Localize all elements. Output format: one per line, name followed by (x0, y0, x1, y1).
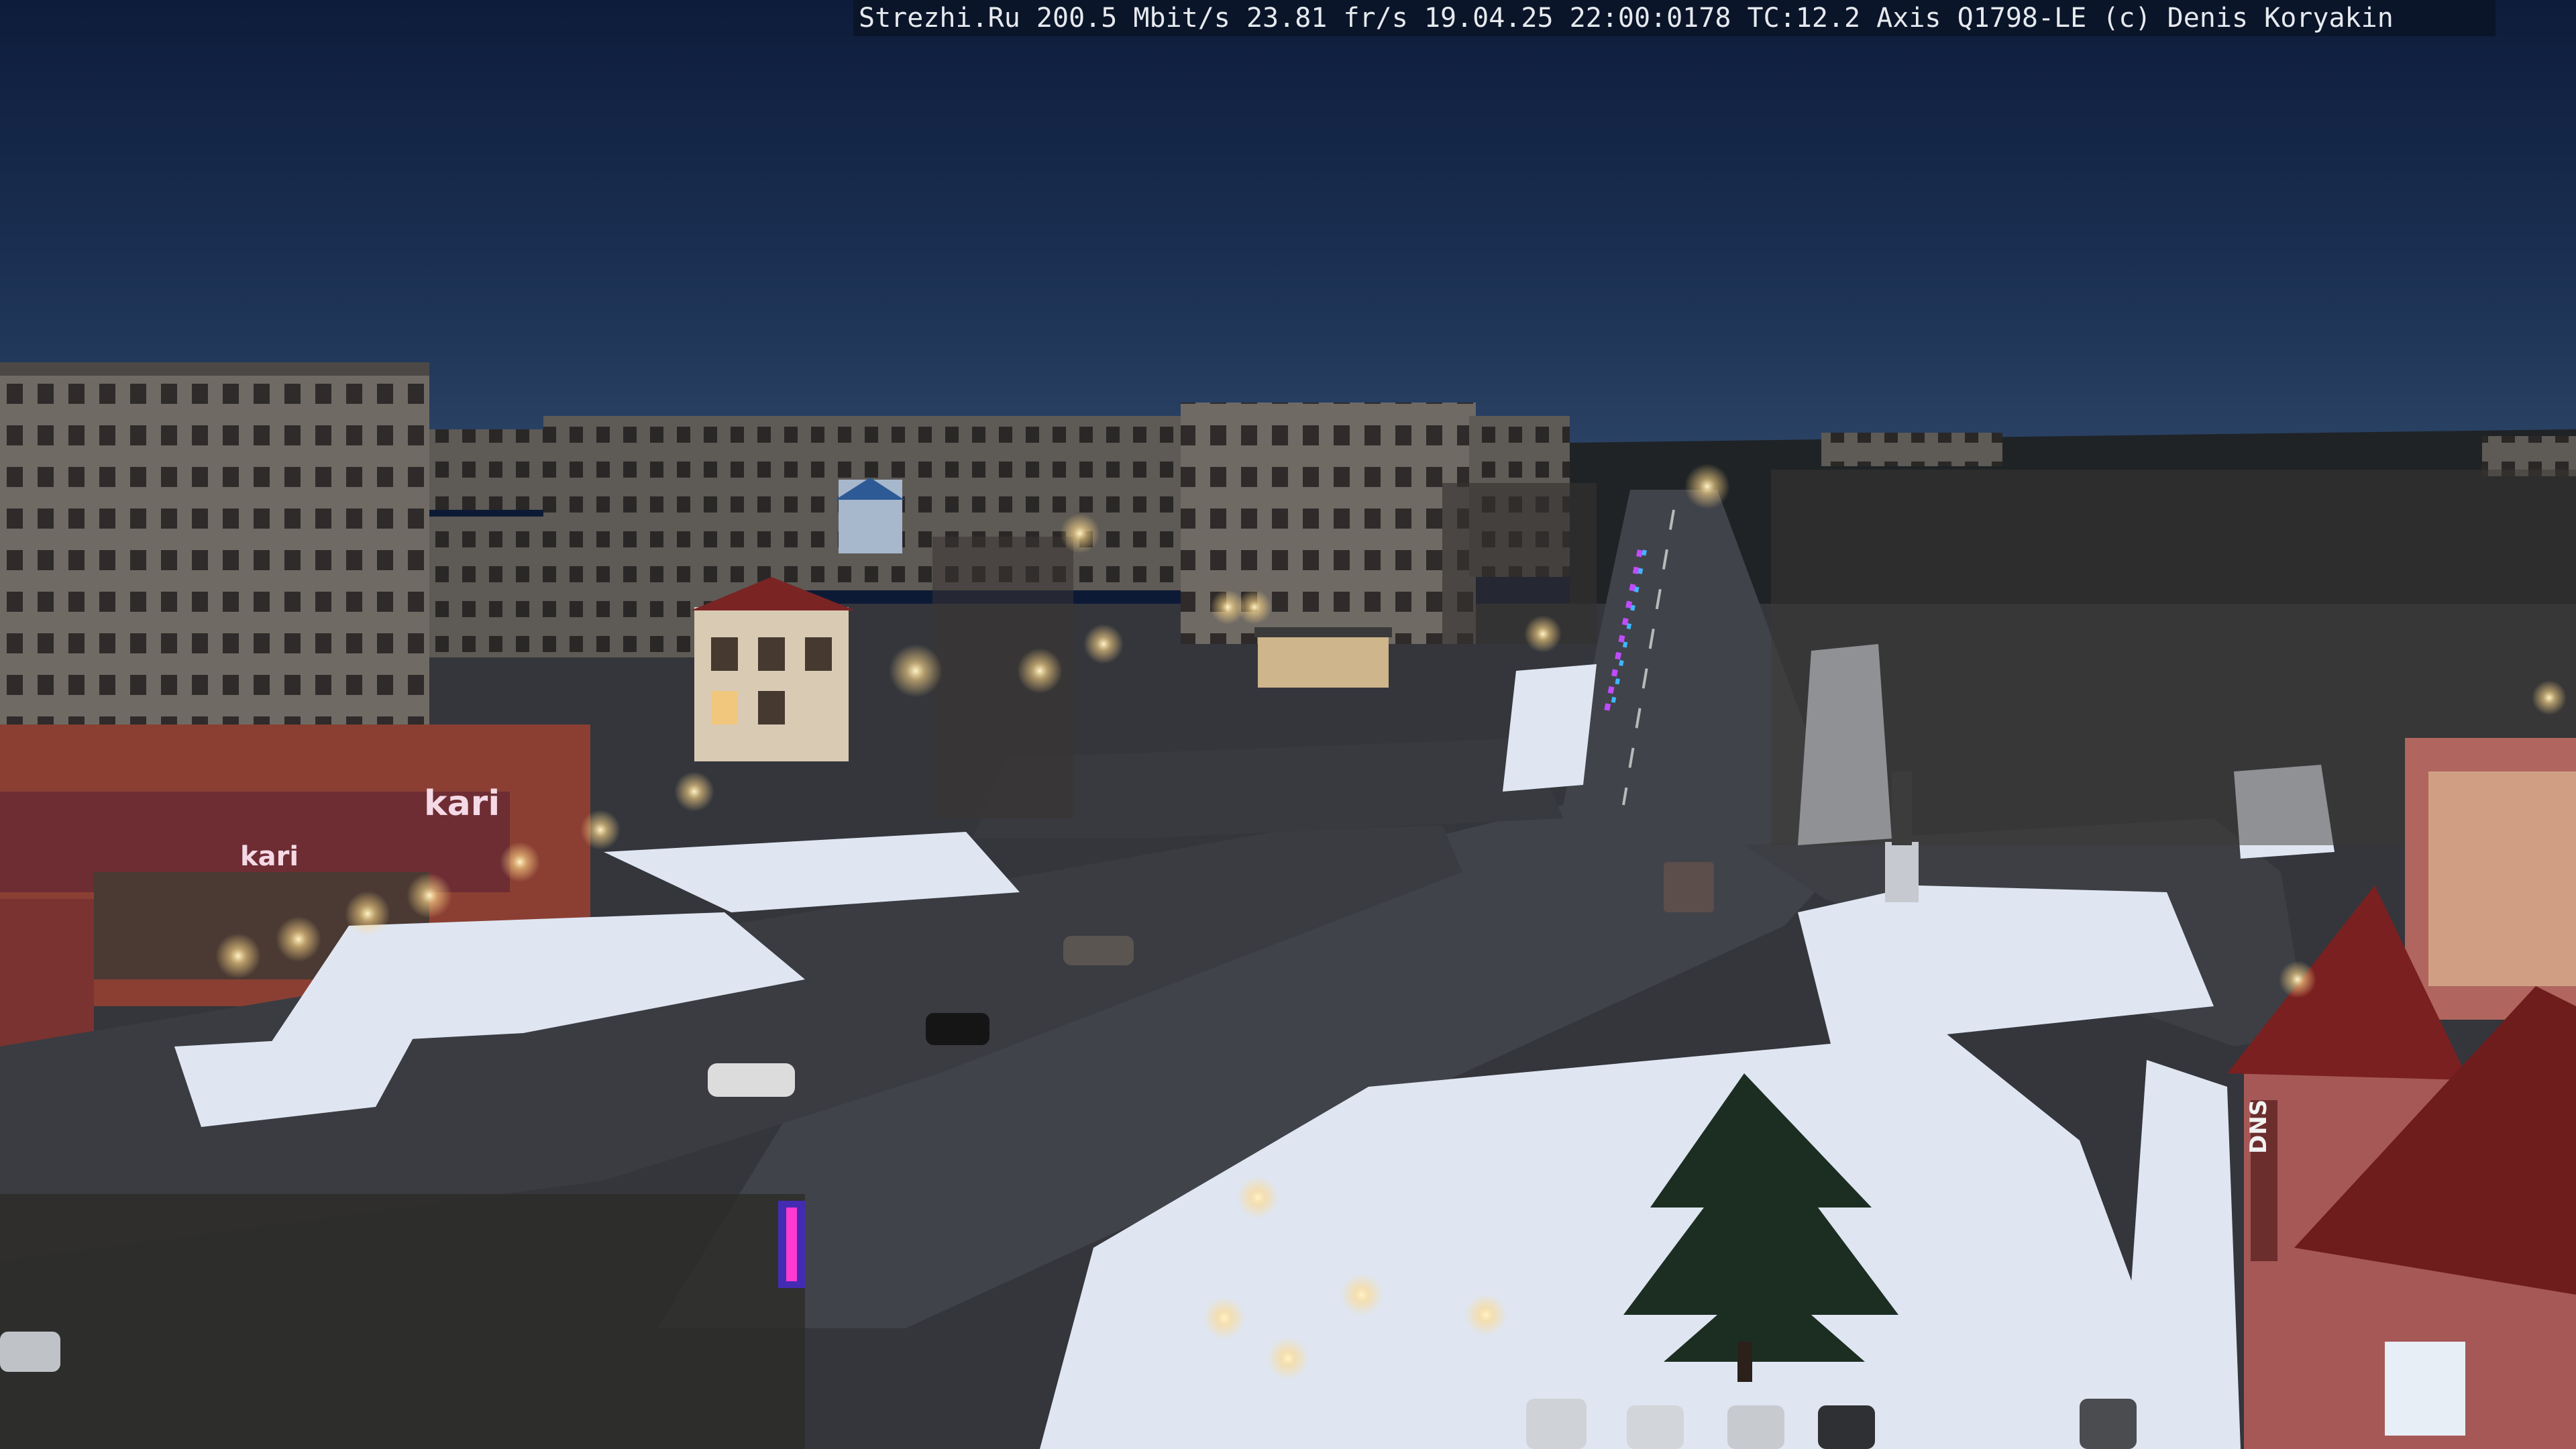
store-sign-kari: kari (424, 784, 500, 824)
store-sign-kari-small: kari (240, 841, 299, 872)
red-roof-building (691, 577, 855, 761)
kiosk-building (1258, 634, 1389, 688)
monument (1885, 842, 1919, 902)
camera-overlay-caption: Strezhi.Ru 200.5 Mbit/s 23.81 fr/s 19.04… (853, 0, 2496, 36)
store-sign-dns: DNS (2245, 1099, 2272, 1154)
webcam-frame: kari kari DNS (0, 0, 2576, 1449)
